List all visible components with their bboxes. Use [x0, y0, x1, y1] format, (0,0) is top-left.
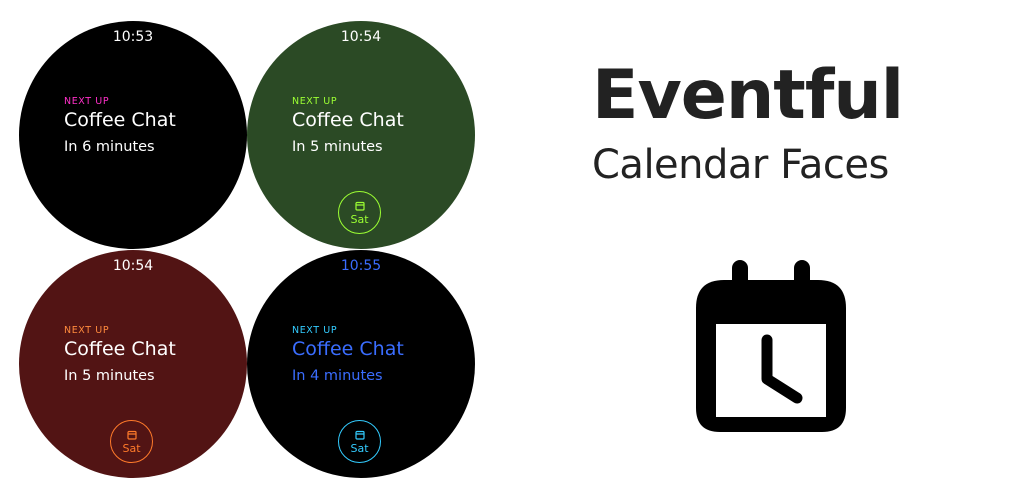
watch-time: 10:53 — [112, 29, 154, 45]
next-up-label: NEXT UP — [64, 325, 110, 336]
watch-face-3: 10:54 NEXT UP Coffee Chat In 5 minutes S… — [19, 250, 247, 478]
day-label: Sat — [350, 442, 369, 455]
event-title: Coffee Chat — [64, 109, 176, 131]
date-complication[interactable]: Sat — [338, 420, 381, 463]
date-complication[interactable]: Sat — [338, 191, 381, 234]
next-up-label: NEXT UP — [292, 96, 338, 107]
watch-face-1: 10:53 NEXT UP Coffee Chat In 6 minutes — [19, 21, 247, 249]
event-title: Coffee Chat — [292, 338, 404, 360]
calendar-icon — [127, 430, 137, 440]
event-title: Coffee Chat — [64, 338, 176, 360]
calendar-icon — [355, 201, 365, 211]
app-subtitle: Calendar Faces — [592, 142, 889, 188]
event-eta: In 5 minutes — [64, 368, 155, 384]
watch-time: 10:54 — [112, 258, 154, 274]
day-label: Sat — [350, 213, 369, 226]
calendar-clock-icon — [696, 260, 846, 432]
event-eta: In 6 minutes — [64, 139, 155, 155]
date-complication[interactable]: Sat — [110, 420, 153, 463]
calendar-icon — [355, 430, 365, 440]
watch-time: 10:55 — [340, 258, 382, 274]
watch-face-2: 10:54 NEXT UP Coffee Chat In 5 minutes S… — [247, 21, 475, 249]
watch-time: 10:54 — [340, 29, 382, 45]
next-up-label: NEXT UP — [292, 325, 338, 336]
event-eta: In 5 minutes — [292, 139, 383, 155]
event-eta: In 4 minutes — [292, 368, 383, 384]
app-title: Eventful — [592, 56, 904, 135]
day-label: Sat — [122, 442, 141, 455]
watch-face-4: 10:55 NEXT UP Coffee Chat In 4 minutes S… — [247, 250, 475, 478]
next-up-label: NEXT UP — [64, 96, 110, 107]
event-title: Coffee Chat — [292, 109, 404, 131]
